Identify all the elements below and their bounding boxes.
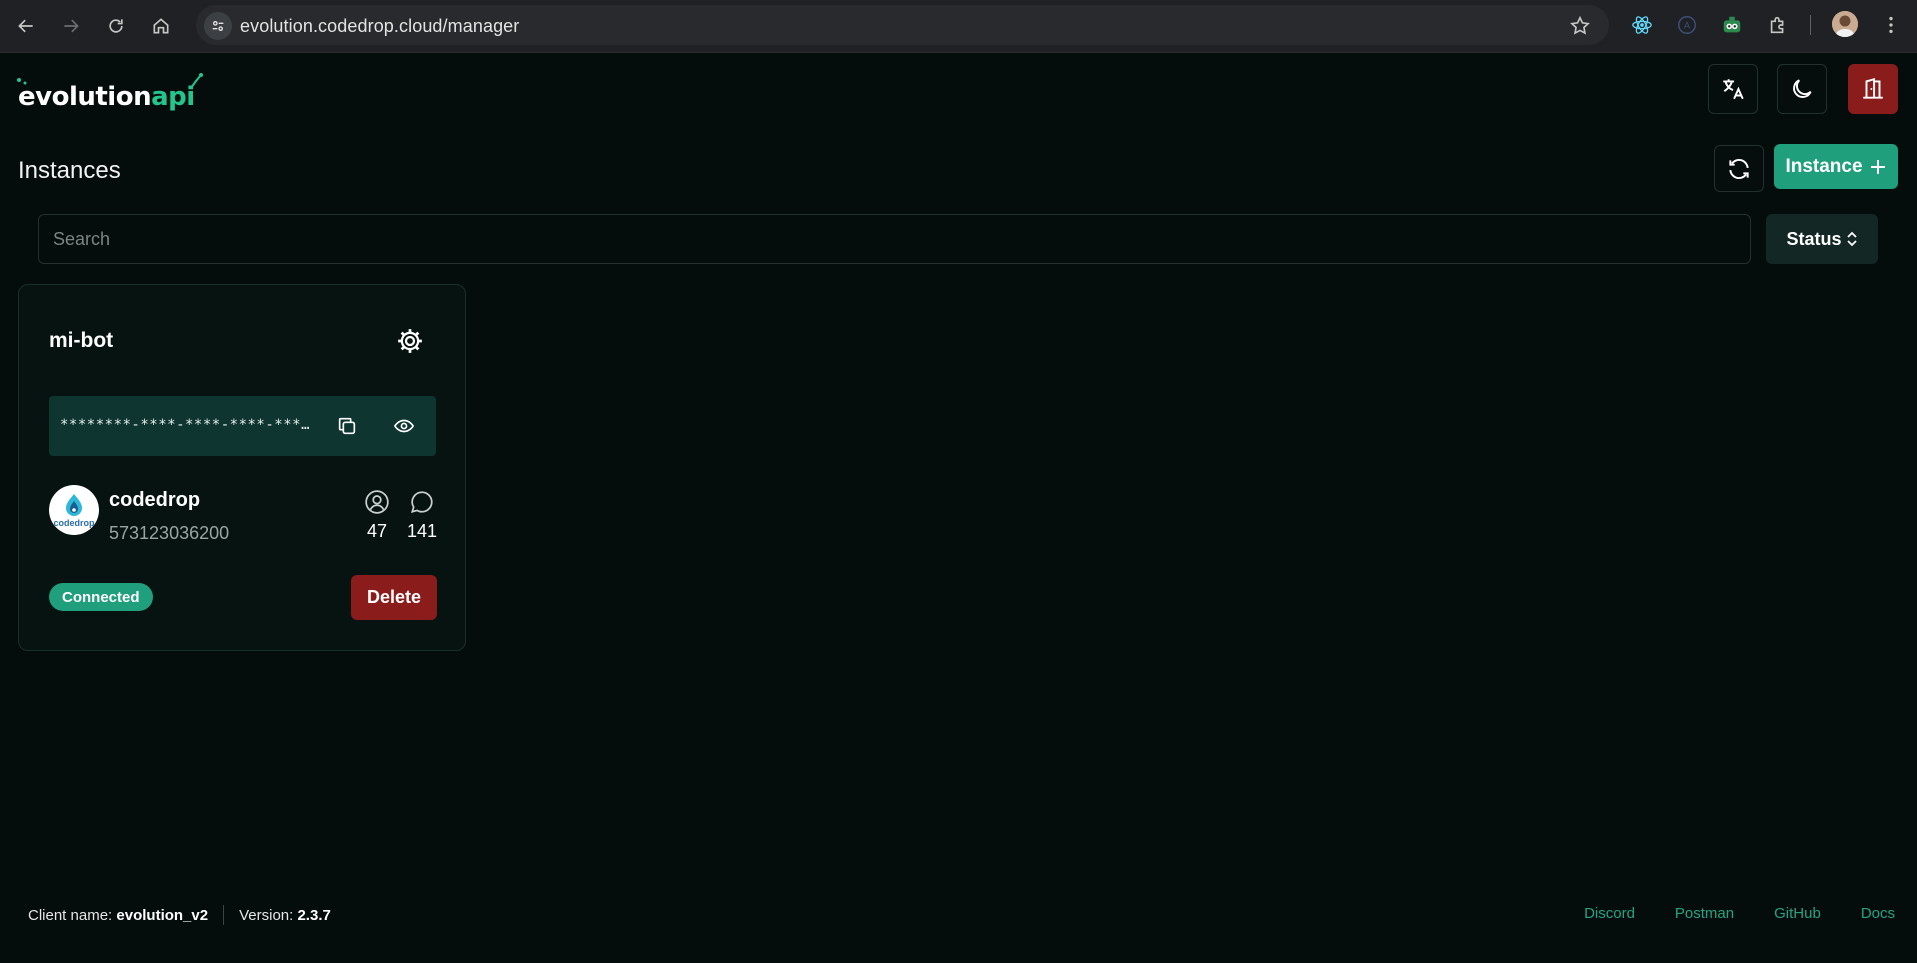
status-filter-button[interactable]: Status (1766, 214, 1878, 264)
refresh-button[interactable] (1714, 145, 1764, 192)
home-button[interactable] (147, 12, 175, 40)
logo-spark-icon (189, 73, 203, 89)
home-icon (153, 18, 169, 34)
extension-camera[interactable] (1719, 12, 1745, 38)
browser-menu-button[interactable] (1878, 12, 1904, 38)
contacts-count: 47 (366, 521, 388, 541)
arrow-left-icon (18, 19, 33, 33)
profile-avatar[interactable] (1832, 11, 1858, 37)
postman-link[interactable]: Postman (1675, 905, 1734, 922)
recorder-icon (1723, 16, 1741, 33)
user-icon (365, 490, 389, 514)
gear-icon[interactable] (395, 326, 425, 356)
extensions-button[interactable] (1765, 12, 1791, 38)
profile-picture: codedrop (49, 485, 99, 535)
svg-text:A: A (1684, 21, 1691, 32)
client-name-label: Client name: (28, 906, 113, 924)
chats-count: 141 (406, 521, 438, 541)
delete-button[interactable]: Delete (351, 575, 437, 620)
forward-button[interactable] (57, 12, 85, 40)
refresh-icon (1729, 158, 1749, 179)
letter-a-circle-icon: A (1678, 16, 1696, 34)
avatar-text: codedrop (53, 517, 95, 528)
logout-icon (1863, 77, 1883, 99)
browser-toolbar: evolution.codedrop.cloud/manager A (0, 0, 1917, 53)
eye-icon[interactable] (393, 415, 415, 437)
language-button[interactable] (1708, 64, 1758, 114)
toolbar-divider (1810, 15, 1811, 35)
chat-icon (410, 491, 433, 513)
profile-phone: 573123036200 (109, 523, 230, 543)
instance-name[interactable]: mi-bot (49, 329, 113, 353)
person-avatar-icon (1832, 11, 1858, 37)
react-icon (1632, 16, 1652, 34)
version-value: 2.3.7 (297, 906, 331, 924)
api-key-masked: ********-****-****-****-************ (60, 417, 310, 433)
bookmark-star-icon[interactable] (1569, 15, 1591, 37)
evolution-api-logo[interactable]: evolution api (17, 68, 203, 112)
reload-button[interactable] (102, 12, 130, 40)
puzzle-icon (1770, 16, 1784, 34)
logout-button[interactable] (1848, 64, 1898, 114)
translate-icon (1723, 79, 1744, 100)
status-badge: Connected (49, 583, 153, 611)
site-settings-icon[interactable] (204, 12, 232, 40)
page-title: Instances (18, 157, 121, 184)
moon-icon (1793, 79, 1812, 98)
footer-info: Client name: evolution_v2 Version: 2.3.7 (28, 905, 331, 925)
address-bar[interactable]: evolution.codedrop.cloud/manager (196, 5, 1609, 45)
react-devtools-extension[interactable] (1629, 12, 1655, 38)
footer-divider (223, 905, 225, 925)
new-instance-button[interactable]: Instance (1774, 144, 1898, 189)
arrow-right-icon (64, 19, 79, 33)
search-input[interactable] (38, 214, 1751, 264)
logo-text-main: evolution (18, 82, 152, 112)
kebab-menu-icon (1889, 16, 1893, 34)
url-text[interactable]: evolution.codedrop.cloud/manager (240, 16, 519, 37)
reload-icon (109, 19, 123, 33)
discord-link[interactable]: Discord (1584, 905, 1635, 922)
github-link[interactable]: GitHub (1774, 905, 1821, 922)
footer-links: Discord Postman GitHub Docs (1584, 905, 1895, 922)
extension-a[interactable]: A (1674, 12, 1700, 38)
client-name-value: evolution_v2 (116, 906, 209, 924)
status-filter-label: Status (1786, 228, 1842, 249)
version-label: Version: (239, 906, 294, 924)
chevron-up-down-icon (1846, 231, 1857, 247)
logo-dots-icon (17, 78, 27, 85)
theme-toggle-button[interactable] (1777, 64, 1827, 114)
api-key-field: ********-****-****-****-************ (49, 396, 436, 456)
copy-icon[interactable] (336, 415, 358, 437)
plus-icon (1870, 159, 1885, 174)
codedrop-logo-icon (66, 493, 82, 516)
profile-name: codedrop (109, 489, 201, 511)
instance-card: mi-bot ********-****-****-****-*********… (18, 284, 466, 651)
new-instance-label: Instance (1785, 155, 1863, 177)
back-button[interactable] (12, 12, 40, 40)
docs-link[interactable]: Docs (1861, 905, 1895, 922)
